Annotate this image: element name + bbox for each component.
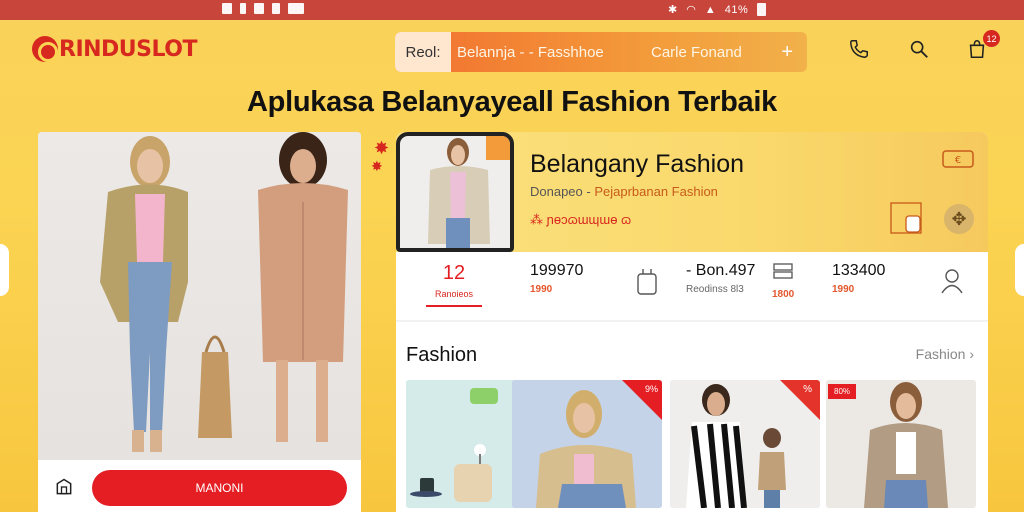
store-subtitle: Donapeo - Pejaprbanan Fashion <box>530 184 718 199</box>
add-icon[interactable]: + <box>781 41 793 64</box>
notification-icon <box>222 3 232 14</box>
battery-percent: 41% <box>724 3 749 16</box>
stat-label: 1990 <box>832 284 855 295</box>
star-icon[interactable]: ✥ <box>944 204 974 234</box>
coupon-icon[interactable]: € <box>942 150 974 173</box>
signal-icon: ▲ <box>704 3 716 16</box>
logo-text: RINDUSLOT <box>59 36 197 62</box>
notification-icon <box>240 3 246 14</box>
buy-button[interactable]: MANONI <box>92 470 347 506</box>
discount-badge-text: 9% <box>644 384 658 394</box>
notification-icon <box>254 3 264 14</box>
product-thumb[interactable]: % <box>670 380 820 508</box>
product-thumb[interactable]: 80% <box>826 380 976 508</box>
phone-preview[interactable] <box>396 132 514 252</box>
store-panel: Belangany Fashion Donapeo - Pejaprbanan … <box>396 132 988 512</box>
discount-badge-text: 80% <box>828 384 857 399</box>
search-input[interactable]: Belannja - - Fasshhoe <box>457 44 604 61</box>
stat-label: Ranoieos <box>434 289 474 299</box>
search-bar[interactable]: Reol: Belannja - - Fasshhoe Carle Fonand… <box>395 32 807 72</box>
hand-tap-icon[interactable] <box>890 202 926 241</box>
carousel-prev-button[interactable] <box>0 244 9 296</box>
store-subtitle-a: Donapeo - <box>530 184 595 199</box>
stat-item[interactable]: 1800 <box>772 262 794 300</box>
stat-label: Reodinss 8l3 <box>686 284 744 295</box>
store-subtitle-b: Pejaprbanan Fashion <box>594 184 718 199</box>
app-header: RINDUSLOT Reol: Belannja - - Fasshhoe Ca… <box>0 20 1024 82</box>
card-footer: MANONI <box>38 460 361 512</box>
see-all-link[interactable]: Fashion › <box>916 346 974 362</box>
stat-number <box>772 262 794 285</box>
cart-badge: 12 <box>983 30 1000 47</box>
mail-icon <box>288 3 304 14</box>
carousel-next-button[interactable] <box>1015 244 1024 296</box>
share-icon[interactable] <box>54 477 74 502</box>
search-chip[interactable]: Reol: <box>395 32 451 72</box>
page-title: Aplukasa Belanyayeall Fashion Terbaik <box>247 86 777 118</box>
sparkle-icon: ✸ <box>374 138 390 158</box>
section-title: Fashion <box>406 344 478 366</box>
svg-text:€: € <box>955 155 961 166</box>
store-stats: 12 Ranoieos 199970 1990 - Bon.497 Reodin… <box>396 252 988 322</box>
stat-number: 133400 <box>832 262 886 279</box>
user-icon[interactable] <box>940 268 964 299</box>
status-icons-right: ✱ ◠ ▲ 41% <box>668 3 767 16</box>
featured-product-card[interactable]: MANONI <box>38 132 361 512</box>
sparkle-icon: ✸ <box>371 158 383 174</box>
discount-badge-text: % <box>803 384 812 395</box>
wifi-icon: ◠ <box>686 4 696 16</box>
bag-icon[interactable] <box>636 266 658 301</box>
battery-icon <box>757 3 767 16</box>
notification-icon <box>272 3 280 14</box>
search-location[interactable]: Carle Fonand <box>651 44 742 61</box>
active-indicator <box>426 305 482 307</box>
stat-label: 1990 <box>530 284 553 295</box>
logo-icon <box>32 36 58 62</box>
stat-item[interactable]: 12 Ranoieos <box>426 262 482 307</box>
stat-number: - Bon.497 <box>686 262 756 279</box>
status-icons-left <box>222 3 304 14</box>
stat-number: 12 <box>442 262 466 284</box>
store-title: Belangany Fashion <box>530 150 745 178</box>
store-header: Belangany Fashion Donapeo - Pejaprbanan … <box>396 132 988 252</box>
stat-item[interactable]: 133400 1990 <box>832 262 885 295</box>
bluetooth-icon: ✱ <box>668 4 678 16</box>
promo-tag <box>486 136 510 160</box>
status-bar: ✱ ◠ ▲ 41% <box>0 0 1024 20</box>
logo[interactable]: RINDUSLOT <box>32 36 197 62</box>
product-photo <box>38 132 361 460</box>
stat-item[interactable]: - Bon.497 Reodinss 8l3 <box>686 262 755 295</box>
search-icon[interactable] <box>906 36 932 62</box>
stat-item[interactable]: 199970 1990 <box>530 262 583 295</box>
product-thumb[interactable]: 9% <box>512 380 662 508</box>
store-tags: ⁂ ɲɵɔɷɯɰɯɵ ɷ <box>530 212 632 227</box>
phone-icon[interactable] <box>846 36 872 62</box>
stat-number: 199970 <box>530 262 584 279</box>
stat-label: 1800 <box>772 289 795 300</box>
cart-icon[interactable]: 12 <box>964 30 1000 62</box>
